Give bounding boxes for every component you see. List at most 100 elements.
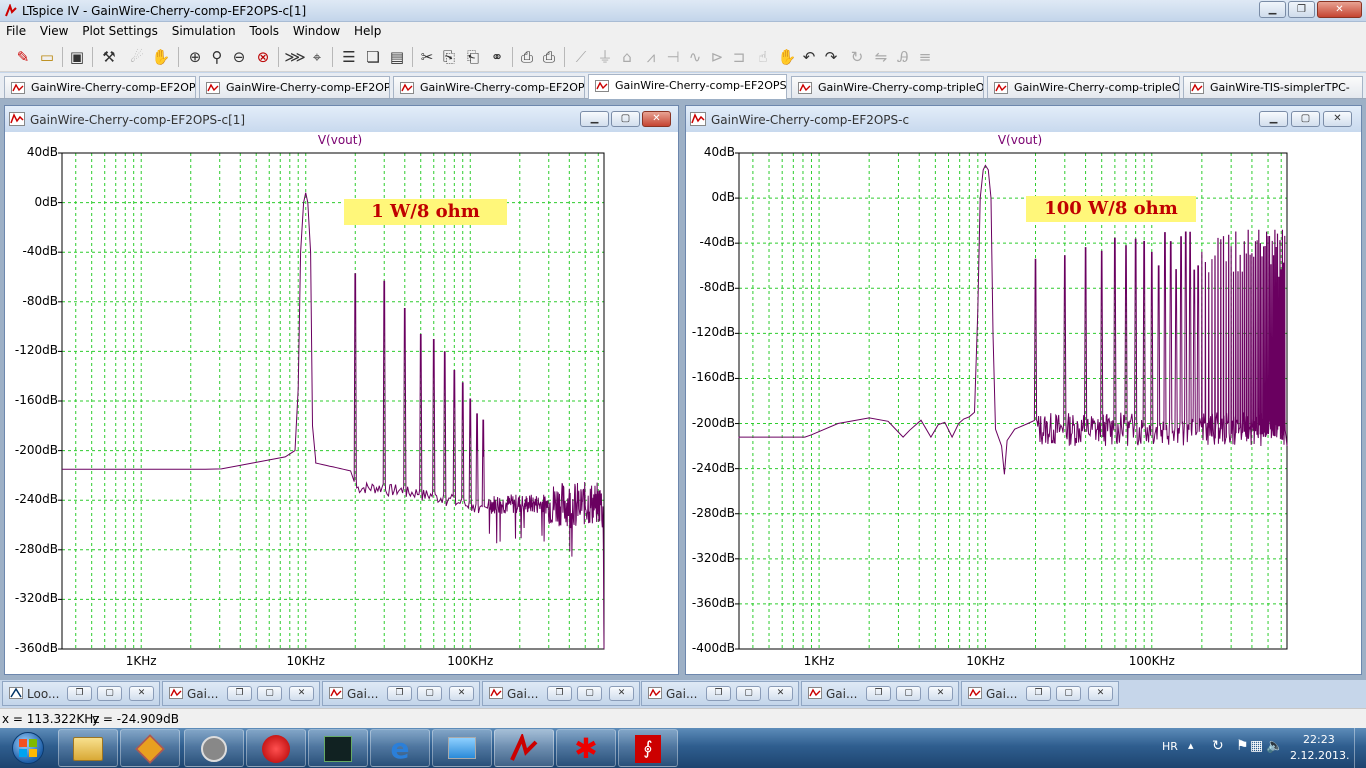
plot-minimize-button[interactable]: ▁ [580, 111, 609, 127]
maximize-button[interactable]: ▢ [257, 686, 282, 701]
text-icon[interactable]: Ꭿ [892, 46, 914, 68]
control-panel-icon[interactable]: ⚒ [98, 46, 120, 68]
minimized-window-1[interactable]: Loo... ❐ ▢ ✕ [2, 681, 160, 706]
tab-6[interactable]: GainWire-Cherry-comp-tripleOPS-c [987, 76, 1180, 98]
pan-icon[interactable]: ⚲ [206, 46, 228, 68]
tab-3[interactable]: GainWire-Cherry-comp-EF2OPS-c [393, 76, 585, 98]
clock-time[interactable]: 22:23 [1303, 733, 1335, 746]
volume-icon[interactable]: 🔈 [1266, 738, 1283, 754]
plot-window-left[interactable]: GainWire-Cherry-comp-EF2OPS-c[1] ▁ ▢ ✕ V… [4, 105, 679, 675]
label-icon[interactable]: ⌂ [616, 46, 638, 68]
tab-1[interactable]: GainWire-Cherry-comp-EF2OPS-c [4, 76, 196, 98]
component-icon[interactable]: ⊐ [728, 46, 750, 68]
taskbar-app9[interactable]: ✱ [556, 729, 616, 767]
spectrum-chart[interactable] [6, 132, 679, 675]
autorange-icon[interactable]: ⋙ [284, 46, 306, 68]
new-schematic-icon[interactable]: ✎ [12, 46, 34, 68]
restore-button[interactable]: ❐ [1026, 686, 1051, 701]
wire-icon[interactable]: ⟋ [570, 46, 592, 68]
plot-close-button[interactable]: ✕ [642, 111, 671, 127]
cascade-icon[interactable]: ❏ [362, 46, 384, 68]
close-button[interactable]: ✕ [1088, 686, 1113, 701]
menu-view[interactable]: View [34, 22, 72, 38]
close-button[interactable]: ✕ [1317, 1, 1362, 18]
menu-tools[interactable]: Tools [243, 22, 283, 38]
start-button[interactable] [4, 729, 52, 767]
maximize-button[interactable]: ▢ [1056, 686, 1081, 701]
save-icon[interactable]: ▣ [66, 46, 88, 68]
taskbar-explorer[interactable] [58, 729, 118, 767]
taskbar-app4[interactable] [246, 729, 306, 767]
inductor-icon[interactable]: ∿ [684, 46, 706, 68]
ground-icon[interactable]: ⏚ [594, 46, 616, 68]
minimized-window-2[interactable]: Gai... ❐ ▢ ✕ [162, 681, 320, 706]
close-button[interactable]: ✕ [129, 686, 154, 701]
taskbar-ie[interactable]: e [370, 729, 430, 767]
close-button[interactable]: ✕ [928, 686, 953, 701]
close-button[interactable]: ✕ [768, 686, 793, 701]
find-icon[interactable]: ⚭ [486, 46, 508, 68]
open-folder-icon[interactable]: ▭ [36, 46, 58, 68]
rotate-icon[interactable]: ↻ [846, 46, 868, 68]
minimized-window-5[interactable]: Gai... ❐ ▢ ✕ [641, 681, 799, 706]
restore-button[interactable]: ❐ [1288, 1, 1315, 18]
diode-icon[interactable]: ⊳ [706, 46, 728, 68]
close-button[interactable]: ✕ [289, 686, 314, 701]
tab-5[interactable]: GainWire-Cherry-comp-tripleOPS-c [791, 76, 984, 98]
plot-close-button[interactable]: ✕ [1323, 111, 1352, 127]
paste-icon[interactable]: ⎗ [462, 46, 484, 68]
cursor-icon[interactable]: ⌖ [306, 46, 328, 68]
spice-directive-icon[interactable]: ≡ [914, 46, 936, 68]
maximize-button[interactable]: ▢ [896, 686, 921, 701]
drag-icon[interactable]: ✋ [776, 46, 798, 68]
restore-button[interactable]: ❐ [227, 686, 252, 701]
taskbar-pdf[interactable]: ⨕ [618, 729, 678, 767]
print-preview-icon[interactable]: ⎙ [516, 46, 538, 68]
restore-button[interactable]: ❐ [706, 686, 731, 701]
clock-date[interactable]: 2.12.2013. [1290, 749, 1349, 762]
zoom-fit-icon[interactable]: ⊗ [252, 46, 274, 68]
tile-horizontal-icon[interactable]: ☰ [338, 46, 360, 68]
taskbar-app7[interactable] [432, 729, 492, 767]
maximize-button[interactable]: ▢ [97, 686, 122, 701]
spectrum-chart[interactable] [687, 132, 1362, 675]
network-icon[interactable]: ▦ [1250, 738, 1263, 754]
tray-arrow-icon[interactable]: ▴ [1188, 739, 1194, 752]
restore-button[interactable]: ❐ [67, 686, 92, 701]
tile-vertical-icon[interactable]: ▤ [386, 46, 408, 68]
plot-minimize-button[interactable]: ▁ [1259, 111, 1288, 127]
language-indicator[interactable]: HR [1162, 740, 1178, 753]
action-center-icon[interactable]: ⚑ [1236, 738, 1249, 754]
mirror-icon[interactable]: ⇋ [870, 46, 892, 68]
restore-button[interactable]: ❐ [547, 686, 572, 701]
minimized-window-6[interactable]: Gai... ❐ ▢ ✕ [801, 681, 959, 706]
taskbar-app2[interactable] [120, 729, 180, 767]
restore-button[interactable]: ❐ [387, 686, 412, 701]
minimized-window-3[interactable]: Gai... ❐ ▢ ✕ [322, 681, 480, 706]
show-desktop-button[interactable] [1354, 728, 1366, 768]
sync-icon[interactable]: ↻ [1212, 738, 1224, 754]
trace-vout[interactable] [738, 164, 1288, 475]
copy-icon[interactable]: ⎘ [438, 46, 460, 68]
taskbar-app3[interactable] [184, 729, 244, 767]
maximize-button[interactable]: ▢ [417, 686, 442, 701]
tab-2[interactable]: GainWire-Cherry-comp-EF2OPS-c [199, 76, 390, 98]
halt-icon[interactable]: ✋ [150, 46, 172, 68]
print-icon[interactable]: ⎙ [538, 46, 560, 68]
plot-maximize-button[interactable]: ▢ [611, 111, 640, 127]
maximize-button[interactable]: ▢ [577, 686, 602, 701]
minimize-button[interactable]: ▁ [1259, 1, 1286, 18]
undo-icon[interactable]: ↶ [798, 46, 820, 68]
minimized-window-4[interactable]: Gai... ❐ ▢ ✕ [482, 681, 640, 706]
run-icon[interactable]: ☄ [126, 46, 148, 68]
zoom-out-icon[interactable]: ⊖ [228, 46, 250, 68]
tab-7[interactable]: GainWire-TIS-simplerTPC- [1183, 76, 1363, 98]
plot-maximize-button[interactable]: ▢ [1291, 111, 1320, 127]
taskbar-ltspice[interactable] [494, 729, 554, 767]
trace-vout[interactable] [62, 192, 605, 650]
maximize-button[interactable]: ▢ [736, 686, 761, 701]
move-icon[interactable]: ☝ [752, 46, 774, 68]
menu-simulation[interactable]: Simulation [166, 22, 240, 38]
taskbar-app5[interactable] [308, 729, 368, 767]
menu-window[interactable]: Window [287, 22, 344, 38]
